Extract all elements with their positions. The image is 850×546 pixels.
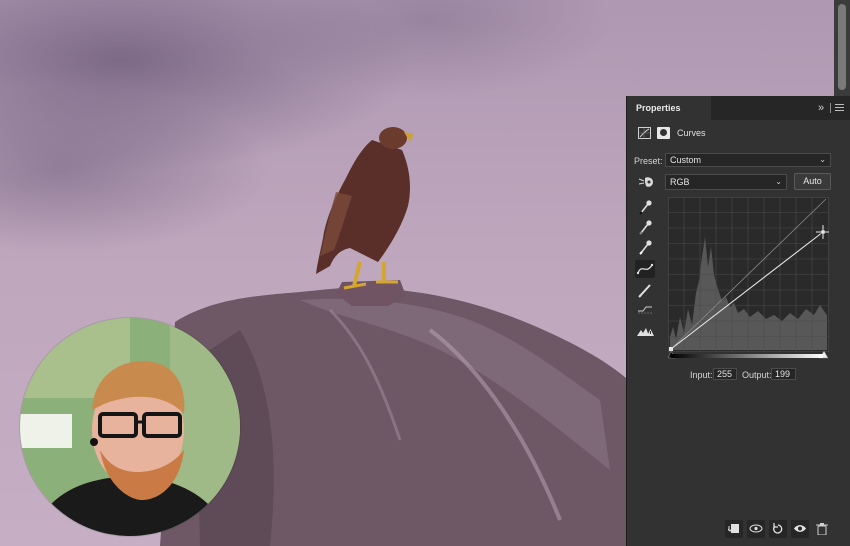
reset-icon[interactable] [769, 520, 787, 538]
tonal-gradient-bar [671, 354, 823, 358]
eyedropper-black-icon[interactable] [635, 198, 655, 216]
adjustment-row: Curves [627, 120, 850, 146]
eyedropper-gray-icon[interactable] [635, 218, 655, 236]
webcam-overlay [20, 318, 240, 536]
pencil-icon[interactable] [635, 281, 655, 299]
curves-adjustment-icon[interactable] [638, 127, 651, 139]
curves-graph[interactable] [668, 197, 829, 352]
output-field[interactable]: 199 [771, 368, 796, 380]
chevron-down-icon: ⌄ [819, 155, 826, 164]
smooth-icon[interactable] [635, 301, 655, 319]
presenter-portrait [20, 318, 240, 536]
auto-button[interactable]: Auto [794, 173, 831, 190]
layer-mask-icon[interactable] [657, 127, 670, 139]
input-field[interactable]: 255 [713, 368, 737, 380]
eyedropper-white-icon[interactable] [635, 238, 655, 256]
document-scrollbar[interactable] [834, 0, 850, 98]
chevron-down-icon: ⌄ [775, 177, 782, 186]
tab-properties[interactable]: Properties [627, 96, 711, 120]
input-label: Input: [690, 370, 713, 380]
double-chevron-right-icon[interactable]: » [818, 101, 824, 115]
preset-value: Custom [670, 155, 702, 165]
panel-header: Properties » [627, 96, 850, 120]
visibility-icon[interactable] [791, 520, 809, 538]
preset-dropdown[interactable]: Custom ⌄ [665, 153, 831, 167]
output-label: Output: [742, 370, 772, 380]
preset-label: Preset: [634, 156, 663, 166]
channel-value: RGB [670, 177, 690, 187]
clip-to-layer-icon[interactable] [725, 520, 743, 538]
view-previous-state-icon[interactable] [747, 520, 765, 538]
targeted-adjustment-hand-icon[interactable] [637, 175, 655, 189]
clipping-warning-icon[interactable] [635, 322, 655, 340]
scrollbar-thumb[interactable] [838, 4, 846, 90]
curve-draw-icon[interactable] [635, 260, 655, 278]
channel-dropdown[interactable]: RGB ⌄ [665, 174, 787, 190]
hamburger-menu-icon[interactable] [835, 104, 844, 111]
panel-footer [627, 516, 850, 546]
delete-icon[interactable] [813, 520, 831, 538]
properties-panel: Properties » Curves Preset: Custom ⌄ RGB… [626, 96, 850, 546]
adjustment-title: Curves [677, 128, 706, 138]
eagle [316, 127, 414, 290]
header-divider [830, 103, 831, 113]
